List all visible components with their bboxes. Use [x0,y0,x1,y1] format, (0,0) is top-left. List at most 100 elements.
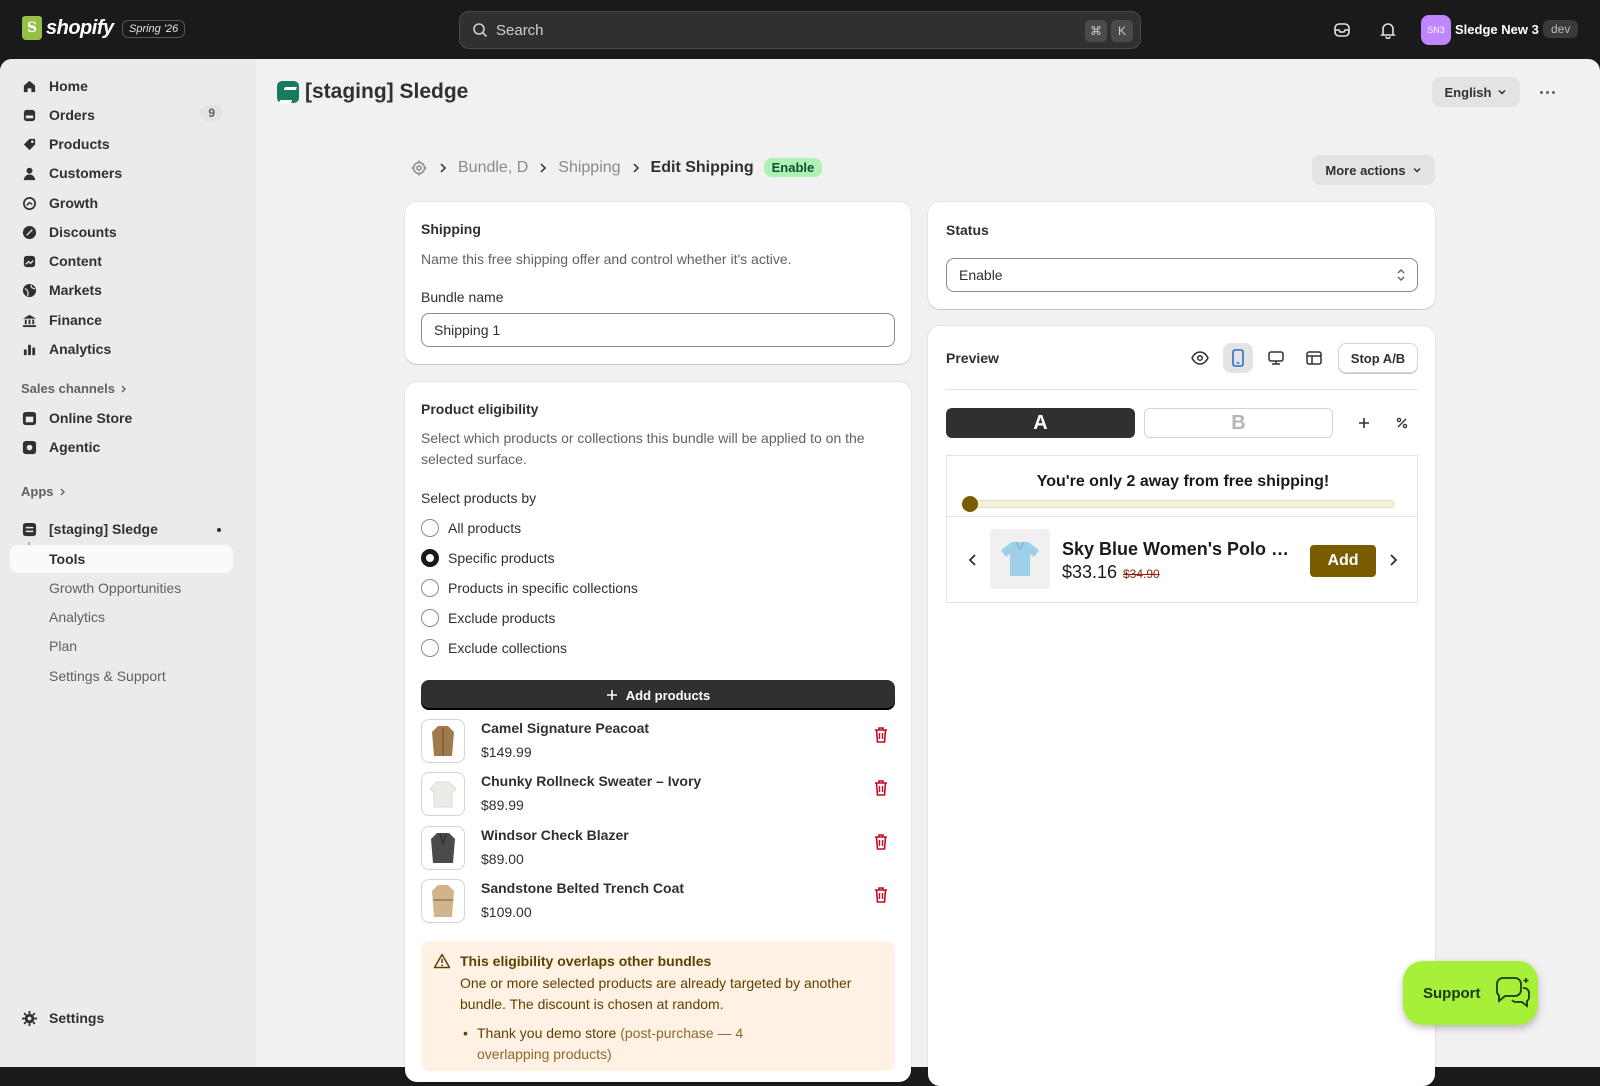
sidebar-item-home[interactable]: Home [10,72,233,100]
mobile-view-icon[interactable] [1223,343,1253,373]
more-actions-label: More actions [1325,162,1406,178]
store-name[interactable]: Sledge New 3 [1455,22,1539,37]
search-icon [473,23,488,38]
radio-button[interactable] [421,609,439,627]
breadcrumb-shipping[interactable]: Shipping [558,159,620,177]
radio-products-in-collections[interactable]: Products in specific collections [421,579,638,597]
sidebar-subitem-growth-opportunities[interactable]: Growth Opportunities [10,574,233,602]
stop-ab-button[interactable]: Stop A/B [1338,343,1418,373]
status-select[interactable]: Enable [946,258,1418,292]
variant-b-tab[interactable]: B [1144,408,1333,438]
sweater-icon [429,781,457,808]
sidebar-item-products[interactable]: Products [10,130,233,158]
product-price: $109.00 [481,904,532,920]
trash-icon[interactable] [873,886,889,904]
language-select[interactable]: English [1432,77,1520,107]
sidebar-item-settings[interactable]: Settings [10,1004,233,1032]
shipping-progress-bar [962,496,1395,512]
sidebar-subitem-plan[interactable]: Plan [10,632,233,660]
sidebar-subitem-tools[interactable]: Tools [10,545,233,573]
support-button[interactable]: Support [1403,961,1538,1025]
sidebar-item-finance[interactable]: Finance [10,306,233,334]
more-options-icon[interactable] [1536,82,1558,102]
eye-icon[interactable] [1185,343,1215,373]
shipping-card-description: Name this free shipping offer and contro… [421,251,792,267]
radio-button[interactable] [421,639,439,657]
product-row: Sandstone Belted Trench Coat $109.00 [421,879,895,927]
desktop-view-icon[interactable] [1261,343,1291,373]
product-price: $89.99 [481,797,524,813]
add-products-label: Add products [625,687,711,703]
sidebar-subitem-analytics[interactable]: Analytics [10,603,233,631]
chevron-right-icon [633,162,639,173]
radio-button[interactable] [421,579,439,597]
content-icon [21,253,37,269]
widget-product-image [990,529,1050,589]
radio-exclude-collections[interactable]: Exclude collections [421,639,567,657]
widget-add-button[interactable]: Add [1310,545,1376,577]
radio-button-selected[interactable] [421,549,439,567]
carousel-next-icon[interactable] [1387,552,1399,568]
widget-product-title: Sky Blue Women's Polo S... [1062,539,1297,559]
sidebar-item-discounts[interactable]: Discounts [10,218,233,246]
radio-exclude-products[interactable]: Exclude products [421,609,555,627]
app-title-text: [staging] Sledge [305,80,469,103]
plus-icon [606,690,617,700]
shortcut-cmd-key: ⌘ [1085,20,1107,42]
pin-dot-icon [217,528,221,532]
brand-name: shopify [46,16,114,39]
sidebar-item-markets[interactable]: Markets [10,276,233,304]
settings-gear-icon[interactable] [410,159,428,177]
apps-heading[interactable]: Apps [21,484,68,499]
bundle-name-label: Bundle name [421,289,504,305]
sidebar-item-orders[interactable]: Orders 9 [10,101,233,129]
product-price: $149.99 [481,744,532,760]
layout-view-icon[interactable] [1299,343,1329,373]
preview-widget: You're only 2 away from free shipping! S… [946,455,1419,603]
trash-icon[interactable] [873,833,889,851]
search-placeholder: Search [496,21,544,39]
sidebar-item-analytics[interactable]: Analytics [10,335,233,363]
avatar[interactable]: SN3 [1421,15,1451,45]
overlap-store-link[interactable]: Thank you demo store [477,1025,616,1041]
sidebar-item-staging-sledge[interactable]: [staging] Sledge [10,515,233,543]
chevron-down-icon [1413,167,1421,173]
radio-specific-products[interactable]: Specific products [421,549,555,567]
radio-label: Exclude collections [448,640,568,656]
radio-all-products[interactable]: All products [421,519,521,537]
shopify-logo[interactable]: shopify [22,16,114,40]
sidebar-item-content[interactable]: Content [10,247,233,275]
sidebar-item-online-store[interactable]: Online Store [10,404,233,432]
bell-icon[interactable] [1377,19,1399,41]
inbox-icon[interactable] [1331,19,1353,41]
breadcrumb: Bundle, D Shipping Edit Shipping Enable [410,158,823,177]
edition-badge: Spring '26 [122,20,186,38]
status-select-value: Enable [959,267,1003,283]
carousel-prev-icon[interactable] [967,552,979,568]
percent-icon[interactable] [1396,417,1408,429]
widget-divider [947,516,1419,517]
trench-coat-icon [432,885,454,917]
shortcut-k-key: K [1111,20,1133,42]
sidebar-subitem-settings-support[interactable]: Settings & Support [10,662,233,690]
sales-channels-heading[interactable]: Sales channels [21,381,129,396]
orders-icon [21,107,37,123]
more-actions-button[interactable]: More actions [1312,155,1435,185]
sidebar-item-customers[interactable]: Customers [10,159,233,187]
breadcrumb-bundle[interactable]: Bundle, D [458,159,528,177]
trash-icon[interactable] [873,779,889,797]
search-input[interactable]: Search ⌘ K [459,11,1141,49]
trash-icon[interactable] [873,726,889,744]
bundle-name-input[interactable]: Shipping 1 [421,313,895,347]
add-variant-icon[interactable] [1357,416,1371,430]
radio-button[interactable] [421,519,439,537]
sledge-app-icon [21,521,37,537]
eligibility-card-title: Product eligibility [421,401,539,417]
sidebar-item-agentic[interactable]: Agentic [10,433,233,461]
radio-label: Exclude products [448,610,556,626]
variant-a-tab[interactable]: A [946,408,1135,438]
sidebar-item-label: Home [49,78,88,94]
sidebar-item-growth[interactable]: Growth [10,189,233,217]
add-products-button[interactable]: Add products [421,680,895,710]
free-shipping-message: You're only 2 away from free shipping! [1036,473,1330,490]
